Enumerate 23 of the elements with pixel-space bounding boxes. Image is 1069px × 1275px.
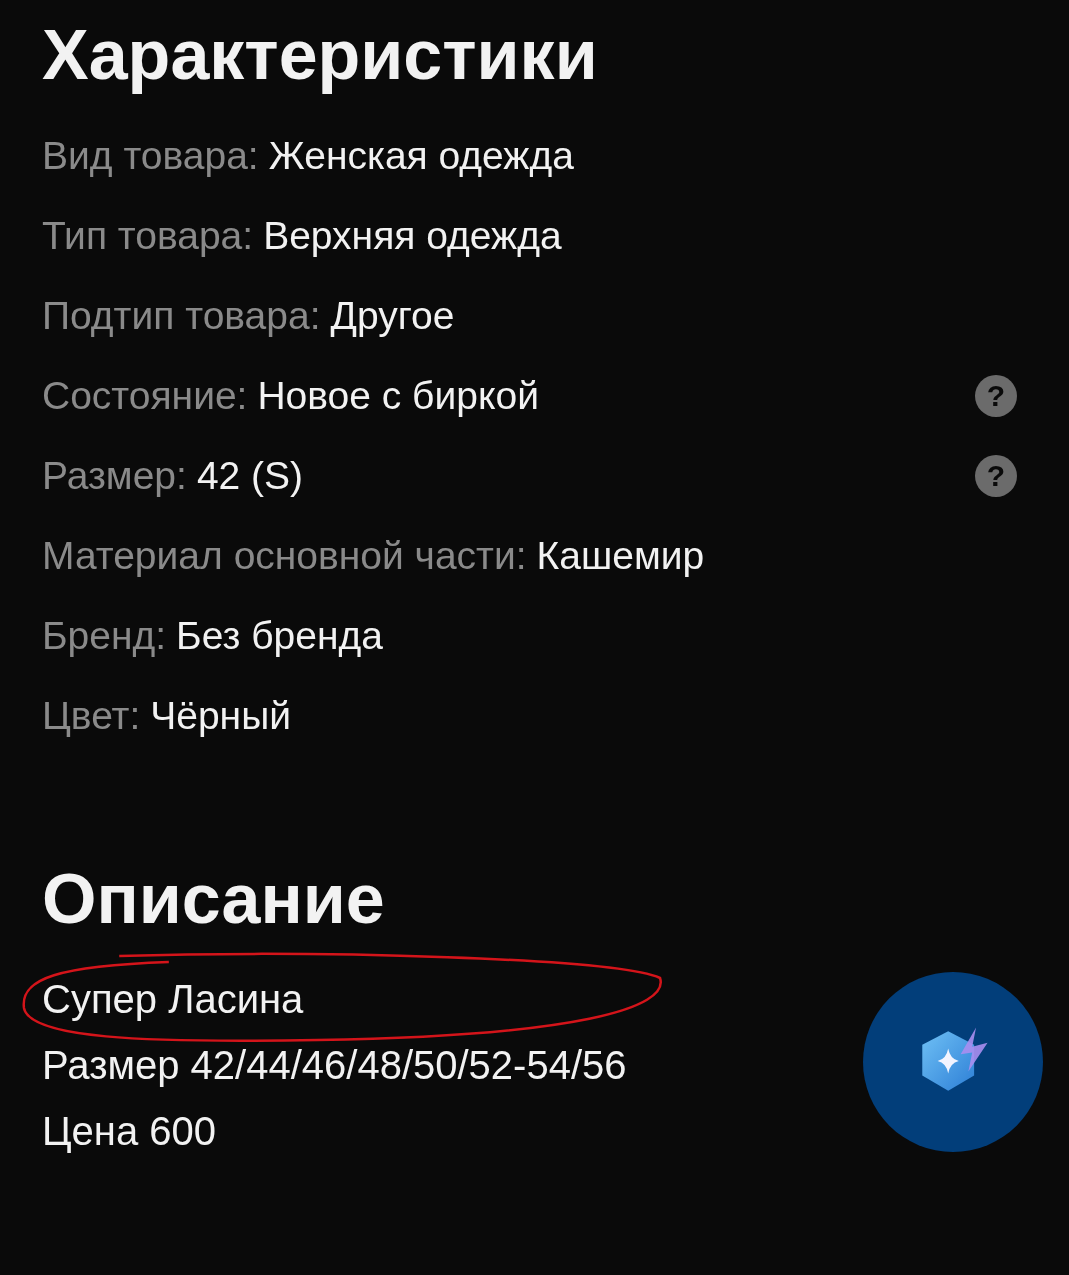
description-text: Размер 42/44/46/48/50/52-54/56 — [42, 1042, 627, 1088]
spec-label: Подтип товара: — [42, 294, 321, 338]
spec-label: Вид товара: — [42, 134, 259, 178]
spec-value: Новое с биркой — [257, 374, 539, 418]
description-text: Супер Ласина — [42, 976, 304, 1022]
section-heading: Описание — [42, 859, 386, 940]
spec-value: Верхняя одежда — [263, 214, 562, 258]
spec-label: Материал основной части: — [42, 534, 527, 578]
spec-value: Кашемир — [536, 534, 705, 578]
spec-label: Цвет: — [42, 694, 141, 738]
spec-value: Другое — [330, 294, 455, 338]
description-text: Цена 600 — [42, 1108, 217, 1154]
spec-value: Без бренда — [176, 614, 383, 658]
spec-value: Чёрный — [150, 694, 291, 738]
spec-value: 42 (S) — [196, 454, 304, 498]
spec-value: Женская одежда — [268, 134, 574, 178]
spec-label: Состояние: — [42, 374, 248, 418]
help-icon[interactable]: ? — [975, 455, 1017, 497]
spec-label: Бренд: — [42, 614, 167, 658]
spec-label: Размер: — [42, 454, 187, 498]
section-heading: Характеристики — [42, 15, 599, 96]
spec-label: Тип товара: — [42, 214, 254, 258]
help-icon[interactable]: ? — [975, 375, 1017, 417]
